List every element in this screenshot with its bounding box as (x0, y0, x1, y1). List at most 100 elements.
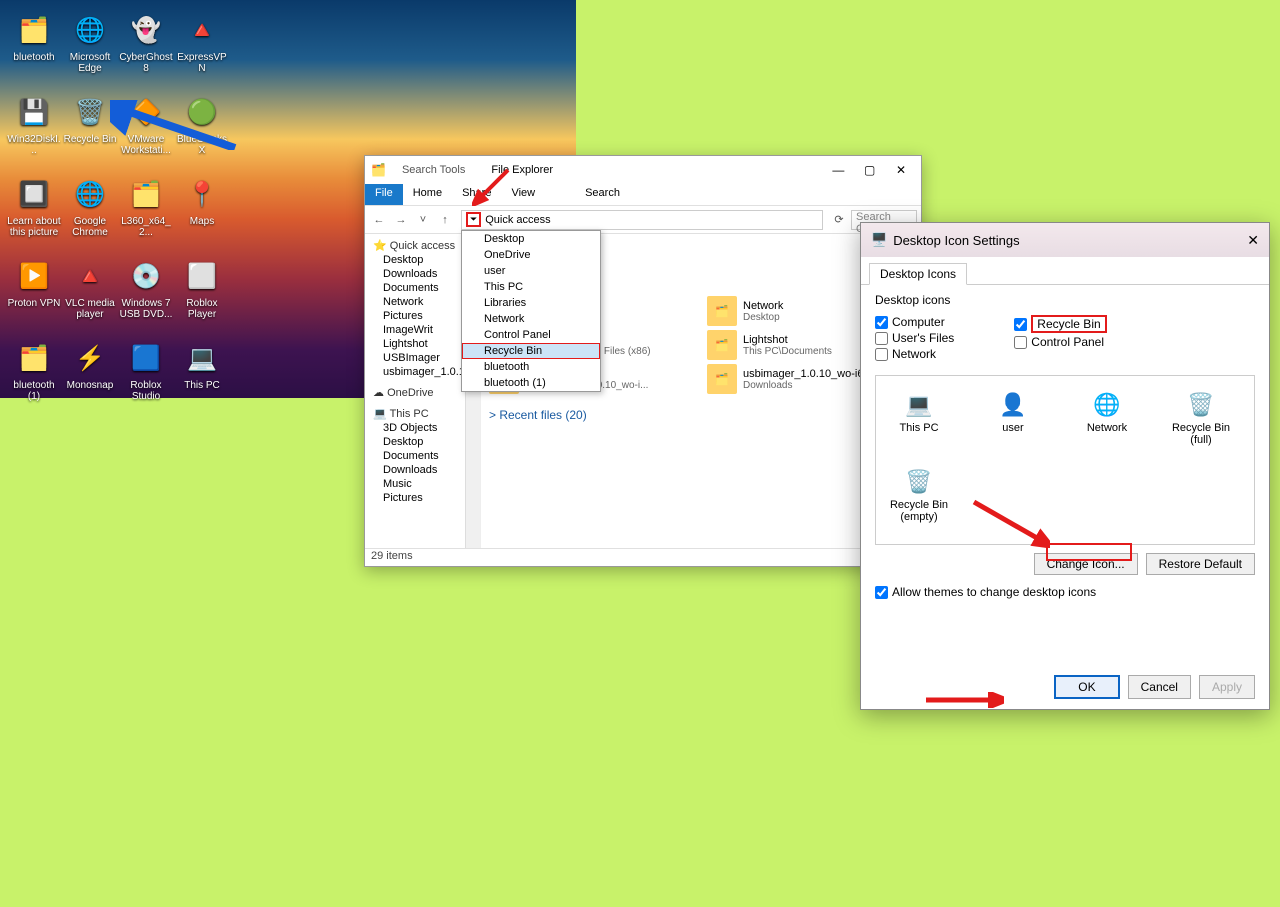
folder-name: Lightshot (743, 334, 832, 346)
desktop-icon-this-pc[interactable]: 💻This PC (174, 334, 230, 416)
nav-up[interactable]: ↑ (435, 214, 455, 226)
desktop-icon-monosnap[interactable]: ⚡Monosnap (62, 334, 118, 416)
desktop-icon-roblox-player[interactable]: ⬜Roblox Player (174, 252, 230, 334)
cancel-button[interactable]: Cancel (1128, 675, 1191, 699)
dropdown-item-network[interactable]: Network (462, 311, 600, 327)
folder-path: Downloads (743, 380, 879, 391)
dropdown-item-recycle-bin[interactable]: Recycle Bin (462, 343, 600, 359)
app-icon: 🗂️ (126, 174, 166, 214)
refresh-button[interactable]: ⟳ (829, 213, 849, 226)
restore-default-button[interactable]: Restore Default (1146, 553, 1255, 575)
search-tools-tab[interactable]: Search Tools (392, 162, 475, 178)
icon-label: VLC media player (63, 298, 117, 320)
dropdown-item-user[interactable]: user (462, 263, 600, 279)
dropdown-item-control-panel[interactable]: Control Panel (462, 327, 600, 343)
desktop-icon-learn-about-this-picture[interactable]: 🔲Learn about this picture (6, 170, 62, 252)
preview-icon-network[interactable]: 🌐Network (1072, 388, 1142, 455)
recent-files-header[interactable]: > Recent files (20) (489, 408, 913, 422)
icon-label: Roblox Studio (119, 380, 173, 402)
ribbon-view[interactable]: View (501, 184, 545, 205)
desktop-icon-settings-dialog: 🖥️ Desktop Icon Settings ✕ Desktop Icons… (860, 222, 1270, 710)
icon-label: Microsoft Edge (63, 52, 117, 74)
preview-icon-recycle-bin-full-[interactable]: 🗑️Recycle Bin (full) (1166, 388, 1236, 455)
desktop-icon-bluetooth-1-[interactable]: 🗂️bluetooth (1) (6, 334, 62, 416)
allow-themes-checkbox[interactable]: Allow themes to change desktop icons (875, 585, 1255, 599)
checkbox-recycle-bin[interactable]: Recycle Bin (1014, 315, 1106, 333)
preview-icon-image: 💻 (902, 388, 936, 422)
desktop-icon-roblox-studio[interactable]: 🟦Roblox Studio (118, 334, 174, 416)
nav-item-downloads[interactable]: Downloads (365, 463, 480, 477)
desktop-icon-proton-vpn[interactable]: ▶️Proton VPN (6, 252, 62, 334)
ribbon-share[interactable]: Share (452, 184, 501, 205)
ribbon-file[interactable]: File (365, 184, 403, 205)
nav-item-desktop[interactable]: Desktop (365, 435, 480, 449)
folder-name: Network (743, 300, 783, 312)
desktop-icon-vmware-workstati-[interactable]: 🔶VMware Workstati... (118, 88, 174, 170)
checkbox-network[interactable]: Network (875, 347, 954, 361)
desktop-icon-recycle-bin[interactable]: 🗑️Recycle Bin (62, 88, 118, 170)
nav-item-3d-objects[interactable]: 3D Objects (365, 421, 480, 435)
desktop-icon-bluestacks-x[interactable]: 🟢BlueStacks X (174, 88, 230, 170)
checkbox-user-s-files[interactable]: User's Files (875, 331, 954, 345)
preview-icon-this-pc[interactable]: 💻This PC (884, 388, 954, 455)
tab-desktop-icons[interactable]: Desktop Icons (869, 263, 967, 285)
dialog-close-button[interactable]: ✕ (1247, 232, 1259, 249)
preview-icon-label: This PC (899, 422, 938, 434)
change-icon-button[interactable]: Change Icon... (1034, 553, 1138, 575)
dropdown-item-desktop[interactable]: Desktop (462, 231, 600, 247)
dialog-titlebar[interactable]: 🖥️ Desktop Icon Settings ✕ (861, 223, 1269, 257)
nav-item-pictures[interactable]: Pictures (365, 491, 480, 505)
address-chevron-highlight[interactable]: ⏷ (466, 212, 481, 227)
desktop-icon-win32diski-[interactable]: 💾Win32DiskI... (6, 88, 62, 170)
icon-label: ExpressVPN (175, 52, 229, 74)
app-icon: 🔺 (182, 10, 222, 50)
desktop-icon-vlc-media-player[interactable]: 🔺VLC media player (62, 252, 118, 334)
ribbon-home[interactable]: Home (403, 184, 452, 205)
checkbox-input[interactable] (875, 316, 888, 329)
icon-label: L360_x64_2... (119, 216, 173, 238)
nav-item-documents[interactable]: Documents (365, 449, 480, 463)
minimize-button[interactable]: — (824, 163, 852, 177)
desktop-icon-windows-7-usb-dvd-[interactable]: 💿Windows 7 USB DVD... (118, 252, 174, 334)
icon-label: CyberGhost 8 (119, 52, 173, 74)
preview-icon-user[interactable]: 👤user (978, 388, 1048, 455)
dropdown-item-onedrive[interactable]: OneDrive (462, 247, 600, 263)
desktop-icon-cyberghost-8[interactable]: 👻CyberGhost 8 (118, 6, 174, 88)
dropdown-item-bluetooth[interactable]: bluetooth (462, 359, 600, 375)
desktop-icon-google-chrome[interactable]: 🌐Google Chrome (62, 170, 118, 252)
file-explorer-window: 🗂️ Search Tools File Explorer — ▢ ✕ File… (364, 155, 922, 567)
apply-button[interactable]: Apply (1199, 675, 1255, 699)
allow-themes-input[interactable] (875, 586, 888, 599)
desktop-icon-maps[interactable]: 📍Maps (174, 170, 230, 252)
close-button[interactable]: ✕ (887, 163, 915, 177)
window-title: File Explorer (481, 162, 563, 178)
dropdown-item-this-pc[interactable]: This PC (462, 279, 600, 295)
address-bar[interactable]: ⏷ Quick access DesktopOneDriveuserThis P… (461, 210, 823, 230)
checkbox-input[interactable] (875, 332, 888, 345)
ok-button[interactable]: OK (1054, 675, 1119, 699)
checkbox-input[interactable] (1014, 318, 1027, 331)
address-dropdown: DesktopOneDriveuserThis PCLibrariesNetwo… (461, 230, 601, 392)
checkbox-input[interactable] (1014, 336, 1027, 349)
nav-back[interactable]: ← (369, 214, 389, 226)
desktop-icon-expressvpn[interactable]: 🔺ExpressVPN (174, 6, 230, 88)
explorer-titlebar[interactable]: 🗂️ Search Tools File Explorer — ▢ ✕ (365, 156, 921, 184)
desktop-icon-microsoft-edge[interactable]: 🌐Microsoft Edge (62, 6, 118, 88)
checkbox-control-panel[interactable]: Control Panel (1014, 335, 1106, 349)
desktop-icon-bluetooth[interactable]: 🗂️bluetooth (6, 6, 62, 88)
dropdown-item-libraries[interactable]: Libraries (462, 295, 600, 311)
nav-this-pc[interactable]: 💻 This PC (365, 406, 480, 421)
dropdown-item-bluetooth-1-[interactable]: bluetooth (1) (462, 375, 600, 391)
checkbox-input[interactable] (875, 348, 888, 361)
checkbox-computer[interactable]: Computer (875, 315, 954, 329)
nav-item-music[interactable]: Music (365, 477, 480, 491)
icon-label: Win32DiskI... (7, 134, 61, 156)
ribbon-search[interactable]: Search (575, 184, 630, 205)
desktop-icon-l360-x64-2-[interactable]: 🗂️L360_x64_2... (118, 170, 174, 252)
maximize-button[interactable]: ▢ (856, 163, 884, 177)
nav-fwd[interactable]: → (391, 214, 411, 226)
app-icon: 💾 (14, 92, 54, 132)
preview-icon-recycle-bin-empty-[interactable]: 🗑️Recycle Bin (empty) (884, 465, 954, 532)
icon-preview-grid[interactable]: 💻This PC 👤user 🌐Network 🗑️Recycle Bin (full… (875, 375, 1255, 545)
nav-recent[interactable]: ˅ (413, 214, 433, 226)
